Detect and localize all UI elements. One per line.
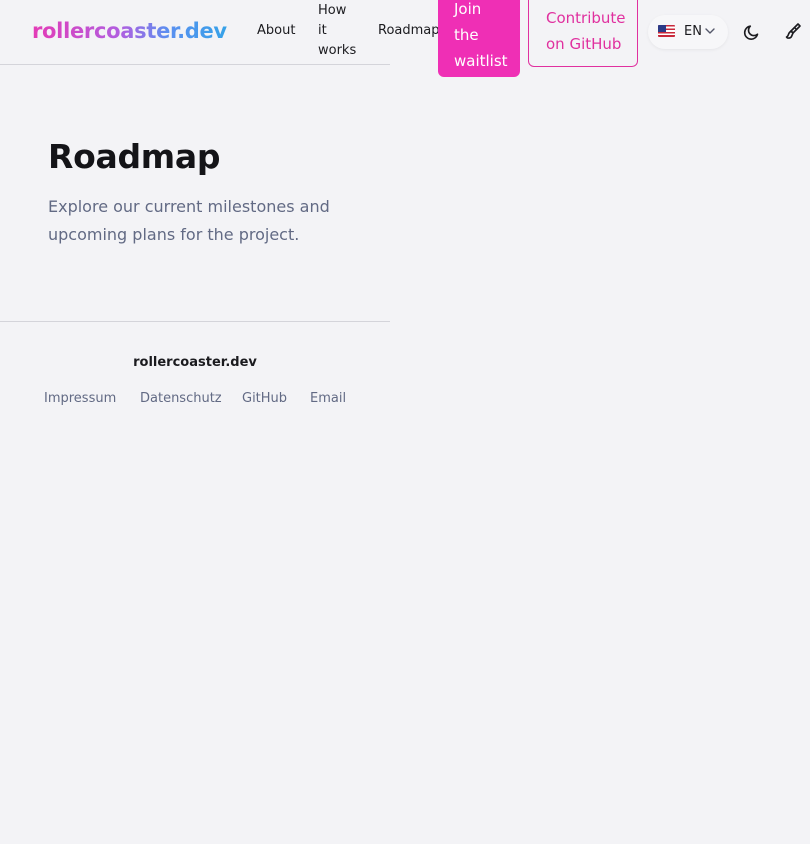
- nav-about-link[interactable]: About: [257, 21, 295, 41]
- footer-divider: [0, 321, 390, 322]
- footer-link-impressum[interactable]: Impressum: [44, 390, 116, 408]
- join-waitlist-button[interactable]: Join the waitlist: [438, 0, 520, 77]
- footer-link-email[interactable]: Email: [310, 390, 346, 408]
- page-subtitle: Explore our current milestones and upcom…: [48, 197, 330, 244]
- language-selector[interactable]: EN: [648, 15, 728, 49]
- header-divider: [0, 64, 390, 65]
- footer-brand: rollercoaster.dev: [133, 355, 257, 370]
- contribute-github-button[interactable]: Contribute on GitHub: [528, 0, 638, 67]
- site-header: rollercoaster.dev About How it works Roa…: [0, 0, 810, 77]
- moon-icon[interactable]: [740, 20, 764, 44]
- nav-roadmap-link[interactable]: Roadmap: [378, 21, 440, 41]
- language-label: EN: [684, 24, 702, 39]
- footer-link-datenschutz[interactable]: Datenschutz: [140, 390, 222, 408]
- paintbrush-icon[interactable]: [780, 20, 804, 44]
- site-logo[interactable]: rollercoaster.dev: [32, 17, 227, 45]
- us-flag-icon: [658, 25, 675, 37]
- footer-link-github[interactable]: GitHub: [242, 390, 287, 408]
- chevron-down-icon: [705, 28, 715, 34]
- page-title: Roadmap: [48, 137, 221, 176]
- nav-how-it-works-link[interactable]: How it works: [318, 1, 358, 61]
